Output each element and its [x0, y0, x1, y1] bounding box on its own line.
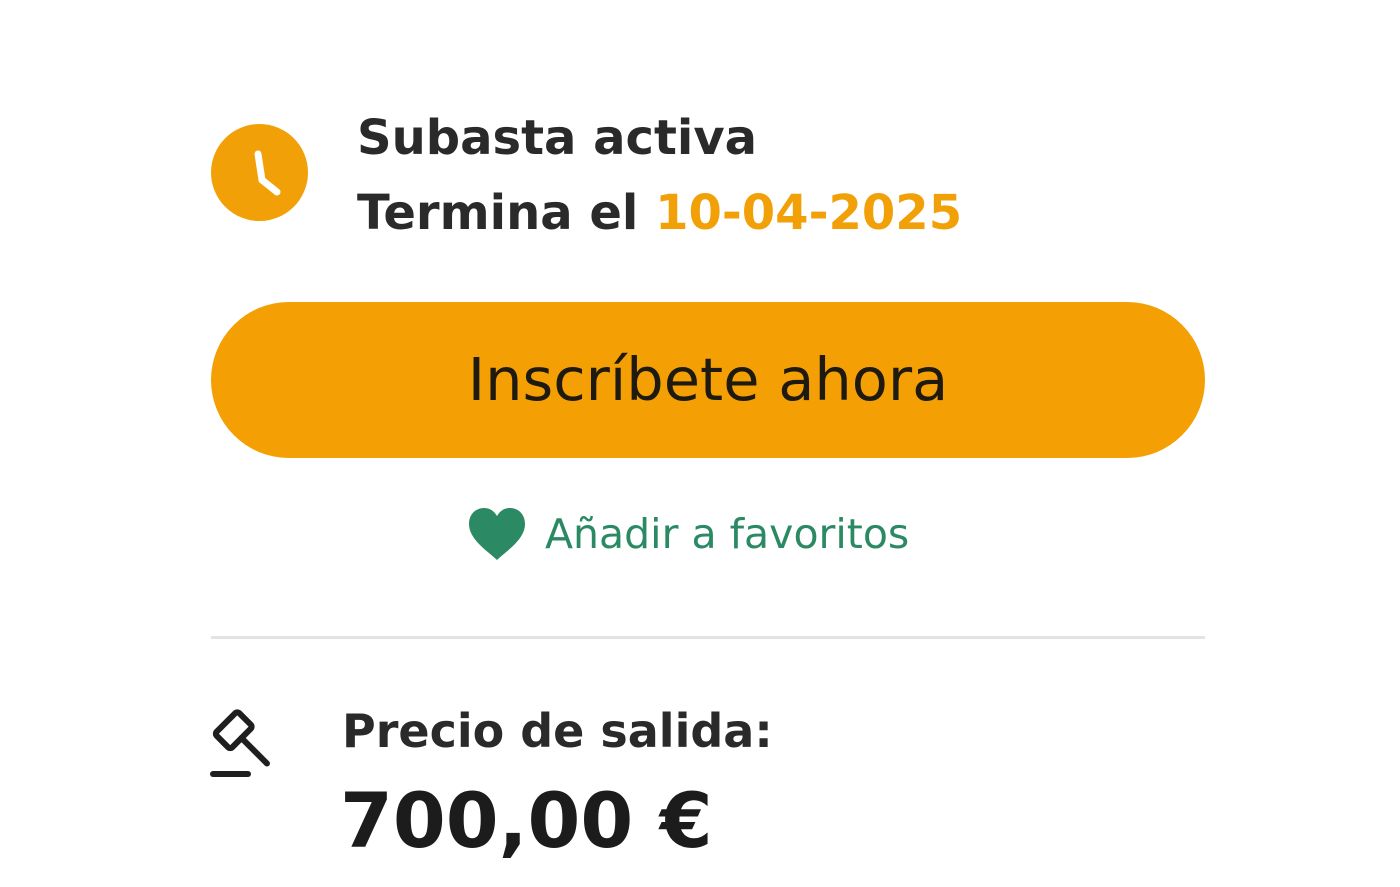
clock-icon	[211, 124, 308, 221]
auction-end-prefix: Termina el	[357, 185, 656, 241]
register-now-button[interactable]: Inscríbete ahora	[211, 302, 1205, 458]
starting-price-value: 700,00 €	[340, 776, 713, 865]
gavel-icon	[210, 709, 270, 777]
auction-end-date: 10-04-2025	[655, 185, 963, 241]
starting-price-label: Precio de salida:	[342, 704, 773, 758]
auction-end-line: Termina el 10-04-2025	[357, 185, 962, 241]
heart-icon	[469, 508, 525, 560]
section-divider	[211, 636, 1205, 639]
auction-panel: Subasta activa Termina el 10-04-2025 Ins…	[0, 0, 1400, 887]
auction-status-title: Subasta activa	[357, 110, 758, 166]
add-to-favorites-link[interactable]: Añadir a favoritos	[467, 504, 909, 564]
add-to-favorites-label: Añadir a favoritos	[545, 510, 910, 558]
